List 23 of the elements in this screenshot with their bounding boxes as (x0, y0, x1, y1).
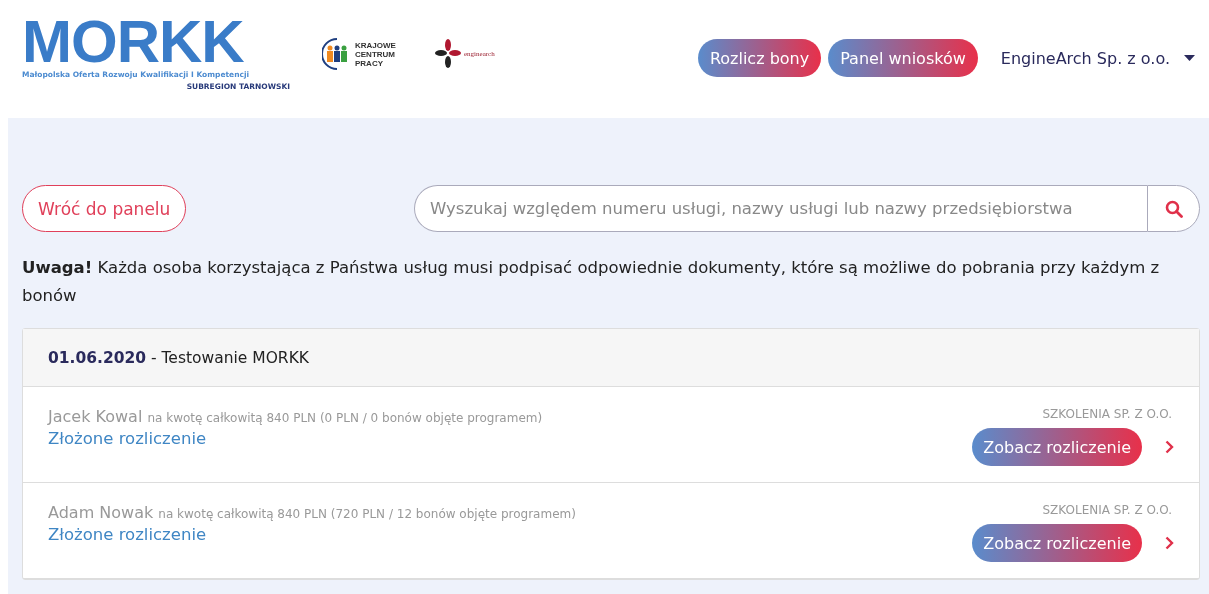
nav-button[interactable]: Panel wniosków (828, 39, 978, 77)
search-button[interactable] (1147, 185, 1200, 232)
back-button[interactable]: Wróć do panelu (22, 185, 187, 232)
caret-icon (1184, 55, 1195, 61)
flower-icon (435, 39, 461, 69)
logo-title: MORKK (22, 14, 244, 70)
notice-text: Uwaga! Każda osoba korzystająca z Państwa usług musi podpisać odpowiednie dokumenty, które są możliwe do pobrania przy każdym z bonów (22, 257, 1161, 307)
nav-button[interactable]: Rozlicz bony (697, 39, 822, 77)
view-button[interactable]: Zobacz rozliczenie (972, 428, 1142, 466)
search-field[interactable]: Wyszukaj względem numeru usługi, nazwy usługi lub nazwy przedsiębiorstwa (414, 185, 1147, 232)
status-link[interactable]: Złożone rozliczenie (48, 429, 207, 448)
account-menu[interactable]: EngineArch Sp. z o.o. (1000, 48, 1195, 68)
company-name: SZKOLENIA SP. Z O.O. (1042, 407, 1172, 421)
status-link[interactable]: Złożone rozliczenie (48, 525, 207, 544)
company-name: SZKOLENIA SP. Z O.O. (1042, 503, 1172, 517)
partner-name: KRAJOWE CENTRUM PRACY (355, 40, 397, 68)
chevron-right-icon[interactable] (1165, 536, 1174, 550)
person-summary: Jacek Kowal na kwotę całkowitą 840 PLN (0 PLN / 0 bonów objęte programem) (48, 407, 543, 426)
group-title: 01.06.2020 - Testowanie MORKK (48, 348, 309, 367)
view-button[interactable]: Zobacz rozliczenie (972, 524, 1142, 562)
chevron-right-icon[interactable] (1165, 440, 1174, 454)
search-icon (1164, 199, 1183, 218)
person-summary: Adam Nowak na kwotę całkowitą 840 PLN (720 PLN / 12 bonów objęte programem) (48, 503, 576, 522)
